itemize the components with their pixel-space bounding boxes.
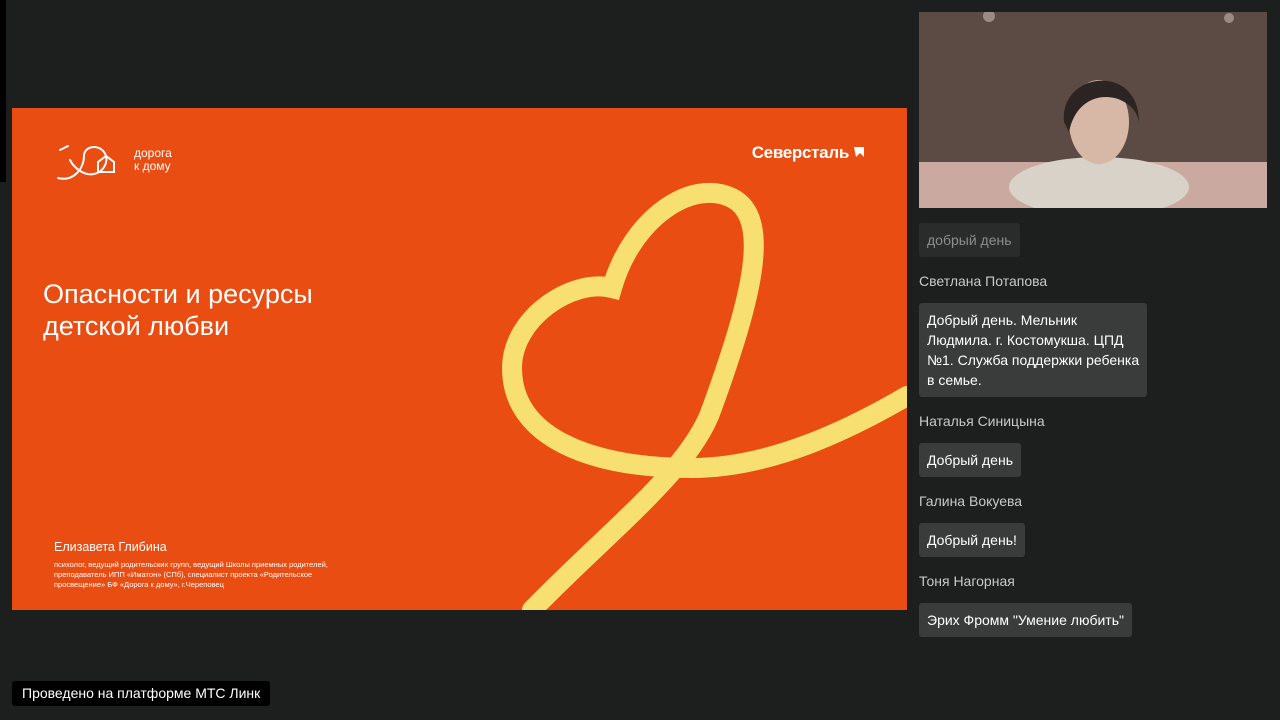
author-name: Елизавета Глибина bbox=[54, 540, 167, 554]
heart-line-graphic bbox=[501, 183, 907, 610]
severstal-logo: Северсталь bbox=[752, 143, 867, 163]
severstal-logo-text: Северсталь bbox=[751, 143, 850, 162]
author-description: психолог, ведущий родительских групп, ве… bbox=[54, 560, 328, 589]
speaker-video[interactable] bbox=[919, 12, 1267, 208]
chat-sender: Галина Вокуева bbox=[919, 493, 1023, 509]
left-edge-strip bbox=[0, 0, 6, 182]
chat-panel: добрый день Светлана Потапова Добрый ден… bbox=[919, 223, 1269, 637]
slide-title: Опасности и ресурсы детской любви bbox=[43, 279, 313, 341]
chat-sender: Светлана Потапова bbox=[919, 273, 1048, 289]
presentation-slide: дорога к дому Северсталь Опасности и рес… bbox=[12, 108, 907, 610]
logo-left-text: дорога к дому bbox=[134, 146, 172, 173]
severstal-mark-icon bbox=[854, 147, 864, 157]
chat-message: Добрый день bbox=[919, 443, 1021, 477]
speaker-video-frame bbox=[919, 12, 1267, 208]
doroga-k-domu-logo: дорога к дому bbox=[54, 138, 172, 182]
chat-sender: Наталья Синицына bbox=[919, 413, 1045, 429]
chat-message: Эрих Фромм "Умение любить" bbox=[919, 603, 1132, 637]
chat-message: Добрый день! bbox=[919, 523, 1025, 557]
chat-sender: Тоня Нагорная bbox=[919, 573, 1015, 589]
chat-message: Добрый день. Мельник Людмила. г. Костому… bbox=[919, 303, 1148, 397]
house-logo-icon bbox=[57, 145, 115, 180]
chat-message-partial: добрый день bbox=[919, 223, 1020, 257]
platform-badge: Проведено на платформе МТС Линк bbox=[12, 681, 271, 706]
